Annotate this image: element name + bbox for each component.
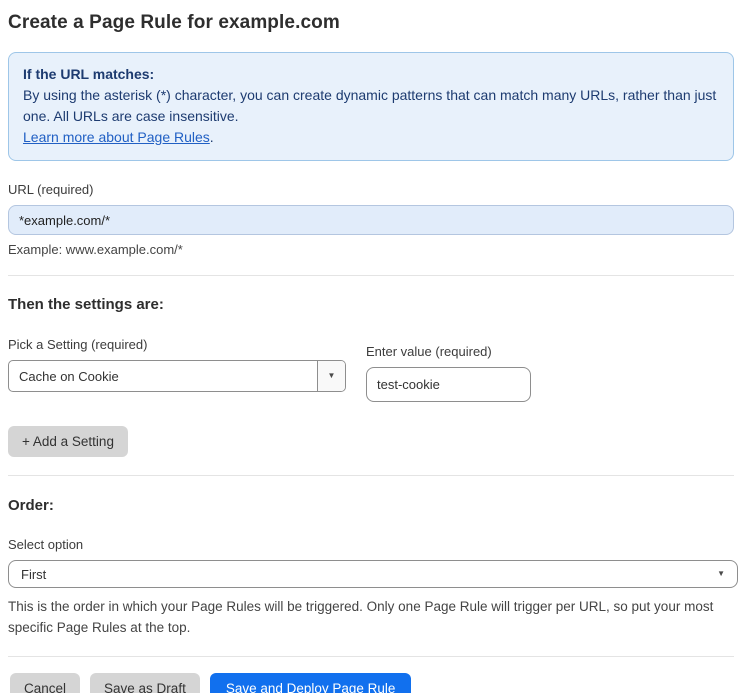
page-rule-form: Create a Page Rule for example.com If th…	[0, 0, 750, 693]
url-helper: Example: www.example.com/*	[8, 242, 183, 257]
setting-select-group: Pick a Setting (required) Cache on Cooki…	[8, 337, 346, 402]
order-helper: This is the order in which your Page Rul…	[8, 599, 714, 635]
save-deploy-button[interactable]: Save and Deploy Page Rule	[209, 673, 412, 693]
settings-row: Pick a Setting (required) Cache on Cooki…	[8, 337, 734, 402]
info-box-link-line: Learn more about Page Rules.	[23, 127, 719, 148]
footer-actions: Cancel Save as Draft Save and Deploy Pag…	[10, 673, 734, 693]
url-input[interactable]	[8, 205, 734, 235]
setting-select-arrow-button[interactable]: ▼	[317, 361, 345, 391]
setting-select[interactable]: Cache on Cookie ▼	[8, 360, 346, 392]
order-select-label: Select option	[8, 537, 84, 552]
divider	[8, 656, 734, 657]
cancel-button[interactable]: Cancel	[10, 673, 81, 693]
order-select[interactable]: First ▼	[8, 560, 738, 588]
info-box-body: By using the asterisk (*) character, you…	[23, 87, 717, 124]
info-box-heading: If the URL matches:	[23, 66, 155, 82]
order-heading: Order:	[8, 497, 54, 514]
learn-more-link[interactable]: Learn more about Page Rules	[23, 129, 210, 145]
page-title: Create a Page Rule for example.com	[8, 12, 340, 33]
value-input-label: Enter value (required)	[366, 344, 492, 359]
divider	[8, 275, 734, 276]
setting-select-label: Pick a Setting (required)	[8, 337, 148, 352]
info-box: If the URL matches: By using the asteris…	[8, 52, 734, 161]
chevron-down-icon: ▼	[327, 371, 336, 380]
chevron-down-icon: ▼	[717, 569, 725, 578]
settings-heading: Then the settings are:	[8, 296, 164, 313]
setting-select-value: Cache on Cookie	[19, 368, 119, 384]
url-label: URL (required)	[8, 182, 94, 197]
add-setting-button[interactable]: + Add a Setting	[8, 426, 128, 457]
order-select-value: First	[21, 566, 47, 582]
value-input[interactable]	[366, 367, 531, 402]
save-draft-button[interactable]: Save as Draft	[90, 673, 200, 693]
divider	[8, 475, 734, 476]
link-suffix: .	[209, 129, 214, 145]
setting-value-group: Enter value (required)	[366, 344, 531, 402]
